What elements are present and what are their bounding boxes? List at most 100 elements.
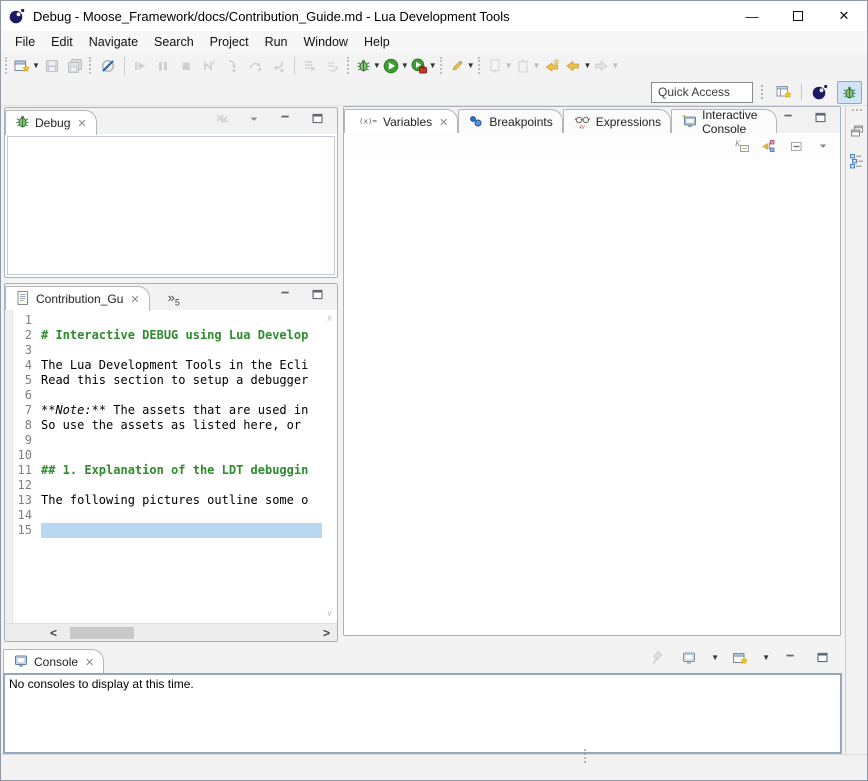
- tab-breakpoints[interactable]: Breakpoints: [458, 109, 562, 134]
- toolbar-drag-handle[interactable]: [478, 57, 483, 74]
- line-text[interactable]: Read this section to setup a debugger: [41, 373, 322, 388]
- restore-view-button[interactable]: [847, 121, 867, 141]
- step-over-button[interactable]: [244, 54, 267, 77]
- toolbar-drag-handle[interactable]: [5, 57, 10, 74]
- minimize-view-button[interactable]: [274, 107, 297, 130]
- open-perspective-button[interactable]: [771, 81, 796, 104]
- line-text[interactable]: [41, 343, 322, 358]
- chevron-down-icon[interactable]: ▼: [32, 62, 40, 70]
- console-output[interactable]: No consoles to display at this time.: [3, 673, 842, 754]
- minimize-window-button[interactable]: —: [729, 1, 775, 31]
- step-filters-config-button[interactable]: [322, 54, 345, 77]
- line-text[interactable]: The Lua Development Tools in the Ecli: [41, 358, 322, 373]
- line-text[interactable]: [41, 478, 322, 493]
- tab-contribution-guide[interactable]: Contribution_Gu ✕: [5, 286, 150, 311]
- tab-interactive-console[interactable]: Interactive Console: [671, 109, 777, 134]
- chevron-down-icon[interactable]: ▼: [533, 62, 541, 70]
- chevron-down-icon[interactable]: ▼: [467, 62, 475, 70]
- line-text[interactable]: [41, 508, 322, 523]
- toolbar-drag-handle[interactable]: [347, 57, 352, 74]
- pin-console-button[interactable]: [645, 646, 668, 669]
- menu-window[interactable]: Window: [296, 33, 356, 51]
- line-text[interactable]: **Note:** The assets that are used in: [41, 403, 322, 418]
- close-icon[interactable]: ✕: [439, 116, 448, 129]
- toolbar-drag-handle[interactable]: [761, 85, 763, 87]
- display-console-button[interactable]: [677, 646, 700, 669]
- external-tools-button[interactable]: ▼: [410, 54, 438, 77]
- close-icon[interactable]: ✕: [77, 117, 86, 130]
- editor-vertical-scrollbar[interactable]: ∧ ∨: [322, 310, 337, 623]
- save-button[interactable]: [41, 54, 64, 77]
- menu-navigate[interactable]: Navigate: [81, 33, 146, 51]
- skip-all-breakpoints-button[interactable]: [97, 54, 120, 77]
- menu-edit[interactable]: Edit: [43, 33, 81, 51]
- scrollbar-thumb[interactable]: [70, 627, 134, 639]
- scroll-left-icon[interactable]: <: [47, 626, 60, 640]
- step-return-button[interactable]: [267, 54, 290, 77]
- terminate-button[interactable]: [175, 54, 198, 77]
- close-icon[interactable]: ✕: [130, 293, 139, 306]
- lua-perspective-button[interactable]: [807, 81, 832, 104]
- previous-annotation-button[interactable]: ▼: [514, 54, 542, 77]
- code-area[interactable]: 12# Interactive DEBUG using Lua Develop3…: [13, 310, 322, 623]
- run-button[interactable]: ▼: [382, 54, 410, 77]
- sash-drag-handle[interactable]: [584, 749, 586, 751]
- menu-project[interactable]: Project: [202, 33, 257, 51]
- maximize-view-button[interactable]: [811, 646, 834, 669]
- menu-file[interactable]: File: [7, 33, 43, 51]
- close-icon[interactable]: ✕: [85, 656, 94, 669]
- maximize-view-button[interactable]: [306, 283, 329, 306]
- line-text[interactable]: So use the assets as listed here, or: [41, 418, 322, 433]
- close-window-button[interactable]: ✕: [821, 1, 867, 31]
- maximize-view-button[interactable]: [809, 106, 832, 129]
- line-text[interactable]: The following pictures outline some o: [41, 493, 322, 508]
- editor-horizontal-scrollbar[interactable]: < >: [5, 623, 337, 641]
- use-step-filters-button[interactable]: [299, 54, 322, 77]
- chevron-down-icon[interactable]: ▼: [611, 62, 619, 70]
- strip-drag-handle[interactable]: [852, 109, 854, 111]
- line-text[interactable]: [41, 313, 322, 328]
- maximize-window-button[interactable]: [775, 1, 821, 31]
- annotation-ruler[interactable]: [5, 310, 13, 623]
- back-button[interactable]: ▼: [564, 54, 592, 77]
- line-text[interactable]: [41, 523, 322, 538]
- forward-button[interactable]: ▼: [592, 54, 620, 77]
- maximize-view-button[interactable]: [306, 107, 329, 130]
- tab-variables[interactable]: (x)=Variables✕: [344, 109, 458, 134]
- minimize-view-button[interactable]: [274, 283, 297, 306]
- menu-search[interactable]: Search: [146, 33, 202, 51]
- minimize-view-button[interactable]: [779, 646, 802, 669]
- chevron-down-icon[interactable]: ▼: [373, 62, 381, 70]
- next-annotation-button[interactable]: ▼: [486, 54, 514, 77]
- line-text[interactable]: [41, 388, 322, 403]
- chevron-down-icon[interactable]: ▼: [401, 62, 409, 70]
- toolbar-drag-handle[interactable]: [440, 57, 445, 74]
- tab-console[interactable]: Console ✕: [3, 649, 104, 674]
- outline-view-button[interactable]: [847, 151, 867, 171]
- view-menu-button[interactable]: [242, 107, 265, 130]
- open-console-menu[interactable]: ▼: [762, 654, 770, 662]
- collapse-all-button[interactable]: [787, 134, 805, 157]
- chevron-down-icon[interactable]: ▼: [583, 62, 591, 70]
- open-console-button[interactable]: [728, 646, 751, 669]
- line-text[interactable]: [41, 433, 322, 448]
- tab-expressions[interactable]: xyExpressions: [563, 109, 671, 134]
- toolbar-drag-handle[interactable]: [89, 57, 94, 74]
- marker-pencil-button[interactable]: ▼: [448, 54, 476, 77]
- more-editors-chevron[interactable]: »5: [150, 290, 188, 310]
- scroll-down-icon[interactable]: ∨: [327, 609, 332, 619]
- debug-perspective-button[interactable]: [837, 81, 862, 104]
- show-type-names-button[interactable]: K: [733, 134, 751, 157]
- chevron-down-icon[interactable]: ▼: [429, 62, 437, 70]
- chevron-down-icon[interactable]: ▼: [505, 62, 513, 70]
- step-into-button[interactable]: [221, 54, 244, 77]
- line-text[interactable]: [41, 448, 322, 463]
- debug-tree-area[interactable]: [7, 136, 335, 275]
- last-edit-location-button[interactable]: [541, 54, 564, 77]
- remove-terminated-button[interactable]: [210, 107, 233, 130]
- line-text[interactable]: # Interactive DEBUG using Lua Develop: [41, 328, 322, 343]
- display-console-menu[interactable]: ▼: [711, 654, 719, 662]
- quick-access-input[interactable]: Quick Access: [651, 82, 753, 103]
- show-logical-structures-button[interactable]: [760, 134, 778, 157]
- minimize-view-button[interactable]: [777, 106, 800, 129]
